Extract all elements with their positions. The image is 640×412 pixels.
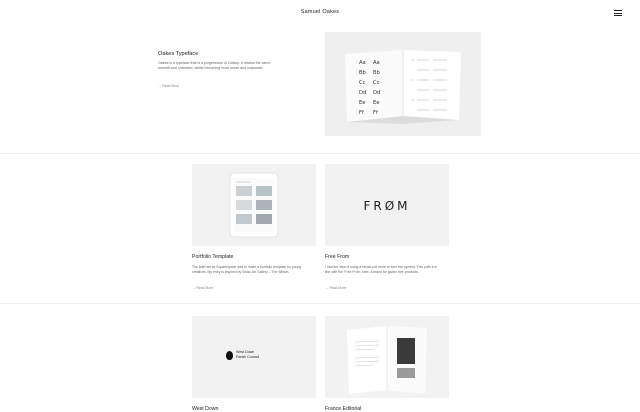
svg-text:Ee: Ee	[373, 100, 379, 106]
project-title[interactable]: Free From	[325, 254, 349, 260]
project-read-more-link[interactable]: → Read More	[192, 286, 213, 290]
svg-text:Ff: Ff	[373, 110, 378, 116]
editorial-spread-image	[347, 326, 427, 394]
hamburger-menu-icon[interactable]	[614, 10, 622, 16]
feature-read-more-link[interactable]: → Read More	[158, 84, 179, 88]
feature-description: Oakes is a typeface that is a progressio…	[158, 61, 271, 71]
site-title[interactable]: Samuel Oakes	[0, 9, 640, 15]
portfolio-template-thumbnail[interactable]	[192, 164, 316, 246]
svg-text:Bb: Bb	[359, 70, 367, 76]
west-down-mark-icon	[226, 351, 233, 360]
free-from-thumbnail[interactable]: FRØM	[325, 164, 449, 246]
svg-text:Cc: Cc	[373, 80, 380, 86]
site-header: Samuel Oakes	[0, 0, 640, 26]
west-down-logo-line: Parish Council	[236, 355, 260, 359]
project-title[interactable]: West Down	[192, 406, 218, 412]
menu-line	[614, 10, 622, 11]
svg-text:Ee: Ee	[359, 100, 365, 106]
menu-line	[614, 15, 622, 16]
west-down-logo: West Down Parish Council	[226, 349, 286, 363]
project-title[interactable]: France Editorial	[325, 406, 361, 412]
section-divider	[0, 153, 640, 154]
tablet-mockup-image	[229, 172, 279, 238]
feature-thumbnail[interactable]: Aa Aa Bb Bb Cc Cc Dd Dd Ee Ee Ff Ff	[325, 32, 481, 136]
project-description: I had the idea of using a struck-out cir…	[325, 265, 438, 275]
project-read-more-link[interactable]: → Read More	[325, 286, 346, 290]
svg-text:Bb: Bb	[373, 70, 381, 76]
svg-text:Dd: Dd	[373, 90, 380, 96]
svg-text:Aa: Aa	[373, 60, 380, 66]
typeface-book-image: Aa Aa Bb Bb Cc Cc Dd Dd Ee Ee Ff Ff	[345, 50, 461, 124]
france-editorial-thumbnail[interactable]	[325, 316, 449, 398]
project-description: The brief set by Squarespace was to make…	[192, 265, 302, 275]
menu-line	[614, 12, 622, 14]
section-divider	[0, 303, 640, 304]
west-down-thumbnail[interactable]: West Down Parish Council	[192, 316, 316, 398]
svg-text:Dd: Dd	[359, 90, 366, 96]
project-title[interactable]: Portfolio Template	[192, 254, 233, 260]
free-from-logo: FRØM	[363, 199, 411, 213]
svg-text:Ff: Ff	[359, 110, 364, 116]
feature-title[interactable]: Oakes Typeface	[158, 51, 198, 57]
svg-text:Cc: Cc	[359, 80, 366, 86]
svg-text:Aa: Aa	[359, 60, 366, 66]
